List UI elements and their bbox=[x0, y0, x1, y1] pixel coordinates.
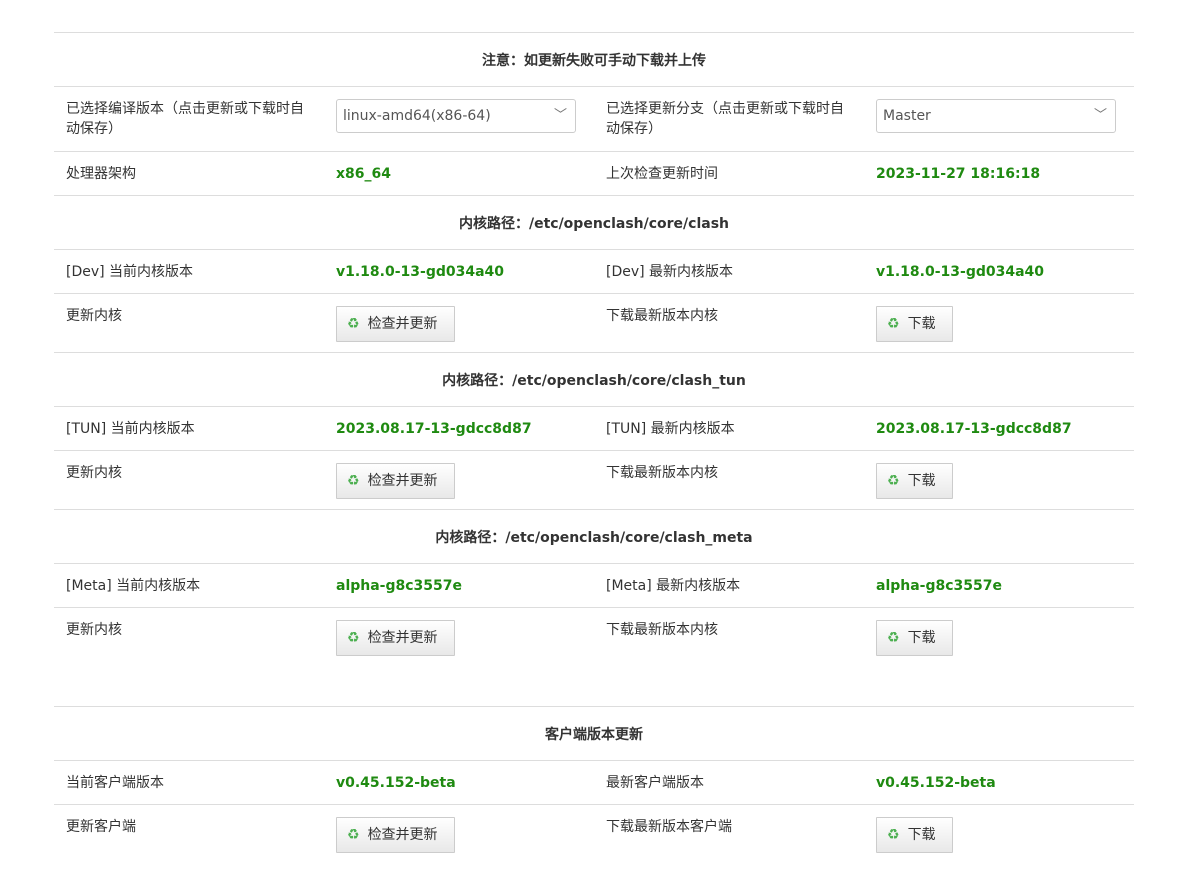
notice-text: 注意：如更新失败可手动下载并上传 bbox=[482, 52, 706, 69]
dev-latest-label: [Dev] 最新内核版本 bbox=[606, 264, 734, 280]
meta-current-label: [Meta] 当前内核版本 bbox=[66, 578, 201, 594]
meta-check-update-button[interactable]: ♻ 检查并更新 bbox=[336, 620, 455, 656]
refresh-icon: ♻ bbox=[347, 473, 360, 489]
meta-download-label: 下载最新版本内核 bbox=[606, 622, 718, 638]
arch-row: 处理器架构 x86_64 上次检查更新时间 2023-11-27 18:16:1… bbox=[54, 152, 1134, 196]
meta-check-update-label: 检查并更新 bbox=[367, 630, 438, 646]
refresh-icon: ♻ bbox=[887, 473, 900, 489]
dev-current-value: v1.18.0-13-gd034a40 bbox=[336, 264, 505, 280]
tun-path-header: 内核路径：/etc/openclash/core/clash_tun bbox=[54, 353, 1134, 407]
dev-version-row: [Dev] 当前内核版本 v1.18.0-13-gd034a40 [Dev] 最… bbox=[54, 250, 1134, 294]
meta-download-button-label: 下载 bbox=[907, 630, 936, 646]
dev-check-update-label: 检查并更新 bbox=[367, 316, 438, 332]
client-current-label: 当前客户端版本 bbox=[66, 775, 164, 791]
branch-value: Master bbox=[883, 108, 931, 124]
client-latest-value: v0.45.152-beta bbox=[876, 775, 996, 791]
dev-latest-value: v1.18.0-13-gd034a40 bbox=[876, 264, 1045, 280]
tun-check-update-label: 检查并更新 bbox=[367, 473, 438, 489]
client-download-label: 下载最新版本客户端 bbox=[606, 819, 732, 835]
client-header: 客户端版本更新 bbox=[54, 707, 1134, 761]
refresh-icon: ♻ bbox=[887, 316, 900, 332]
meta-path: 内核路径：/etc/openclash/core/clash_meta bbox=[435, 529, 753, 546]
client-latest-label: 最新客户端版本 bbox=[606, 775, 704, 791]
dev-download-button-label: 下载 bbox=[907, 316, 936, 332]
tun-download-label: 下载最新版本内核 bbox=[606, 465, 718, 481]
meta-latest-label: [Meta] 最新内核版本 bbox=[606, 578, 741, 594]
tun-download-button[interactable]: ♻ 下载 bbox=[876, 463, 953, 499]
client-update-label: 更新客户端 bbox=[66, 819, 136, 835]
compile-version-select[interactable]: linux-amd64(x86-64) ﹀ bbox=[336, 99, 576, 133]
arch-value: x86_64 bbox=[336, 166, 391, 182]
client-download-button[interactable]: ♻ 下载 bbox=[876, 817, 953, 853]
tun-version-row: [TUN] 当前内核版本 2023.08.17-13-gdcc8d87 [TUN… bbox=[54, 407, 1134, 451]
meta-path-header: 内核路径：/etc/openclash/core/clash_meta bbox=[54, 510, 1134, 564]
branch-label: 已选择更新分支（点击更新或下载时自动保存） bbox=[606, 101, 844, 137]
client-check-update-button[interactable]: ♻ 检查并更新 bbox=[336, 817, 455, 853]
dev-current-label: [Dev] 当前内核版本 bbox=[66, 264, 194, 280]
tun-latest-value: 2023.08.17-13-gdcc8d87 bbox=[876, 421, 1072, 437]
chevron-down-icon: ﹀ bbox=[1093, 108, 1107, 123]
tun-download-button-label: 下载 bbox=[907, 473, 936, 489]
last-check-label: 上次检查更新时间 bbox=[606, 166, 718, 182]
meta-version-row: [Meta] 当前内核版本 alpha-g8c3557e [Meta] 最新内核… bbox=[54, 564, 1134, 608]
refresh-icon: ♻ bbox=[347, 316, 360, 332]
dev-update-label: 更新内核 bbox=[66, 308, 122, 324]
compile-version-label: 已选择编译版本（点击更新或下载时自动保存） bbox=[66, 101, 304, 137]
compile-version-value: linux-amd64(x86-64) bbox=[343, 108, 491, 124]
client-title: 客户端版本更新 bbox=[545, 726, 643, 743]
notice-header: 注意：如更新失败可手动下载并上传 bbox=[54, 33, 1134, 87]
client-action-row: 更新客户端 ♻ 检查并更新 下载最新版本客户端 ♻ 下载 bbox=[54, 805, 1134, 864]
tun-current-value: 2023.08.17-13-gdcc8d87 bbox=[336, 421, 532, 437]
refresh-icon: ♻ bbox=[887, 827, 900, 843]
client-check-update-label: 检查并更新 bbox=[367, 827, 438, 843]
chevron-down-icon: ﹀ bbox=[553, 108, 567, 123]
dev-path-header: 内核路径：/etc/openclash/core/clash bbox=[54, 196, 1134, 250]
meta-action-row: 更新内核 ♻ 检查并更新 下载最新版本内核 ♻ 下载 bbox=[54, 608, 1134, 667]
dev-path: 内核路径：/etc/openclash/core/clash bbox=[458, 215, 730, 232]
last-check-value: 2023-11-27 18:16:18 bbox=[876, 166, 1041, 182]
client-update-table: 客户端版本更新 当前客户端版本 v0.45.152-beta 最新客户端版本 v… bbox=[54, 706, 1134, 864]
client-version-row: 当前客户端版本 v0.45.152-beta 最新客户端版本 v0.45.152… bbox=[54, 761, 1134, 805]
refresh-icon: ♻ bbox=[347, 630, 360, 646]
client-current-value: v0.45.152-beta bbox=[336, 775, 456, 791]
arch-label: 处理器架构 bbox=[66, 166, 136, 182]
tun-check-update-button[interactable]: ♻ 检查并更新 bbox=[336, 463, 455, 499]
meta-latest-value: alpha-g8c3557e bbox=[876, 578, 1003, 594]
tun-path: 内核路径：/etc/openclash/core/clash_tun bbox=[442, 372, 746, 389]
meta-current-value: alpha-g8c3557e bbox=[336, 578, 463, 594]
meta-update-label: 更新内核 bbox=[66, 622, 122, 638]
dev-check-update-button[interactable]: ♻ 检查并更新 bbox=[336, 306, 455, 342]
dev-download-button[interactable]: ♻ 下载 bbox=[876, 306, 953, 342]
dev-action-row: 更新内核 ♻ 检查并更新 下载最新版本内核 ♻ 下载 bbox=[54, 294, 1134, 353]
compile-row: 已选择编译版本（点击更新或下载时自动保存） linux-amd64(x86-64… bbox=[54, 87, 1134, 152]
dev-download-label: 下载最新版本内核 bbox=[606, 308, 718, 324]
refresh-icon: ♻ bbox=[887, 630, 900, 646]
tun-update-label: 更新内核 bbox=[66, 465, 122, 481]
core-update-table: 注意：如更新失败可手动下载并上传 已选择编译版本（点击更新或下载时自动保存） l… bbox=[54, 32, 1134, 667]
refresh-icon: ♻ bbox=[347, 827, 360, 843]
tun-latest-label: [TUN] 最新内核版本 bbox=[606, 421, 735, 437]
meta-download-button[interactable]: ♻ 下载 bbox=[876, 620, 953, 656]
tun-action-row: 更新内核 ♻ 检查并更新 下载最新版本内核 ♻ 下载 bbox=[54, 451, 1134, 510]
client-download-button-label: 下载 bbox=[907, 827, 936, 843]
branch-select[interactable]: Master ﹀ bbox=[876, 99, 1116, 133]
tun-current-label: [TUN] 当前内核版本 bbox=[66, 421, 195, 437]
